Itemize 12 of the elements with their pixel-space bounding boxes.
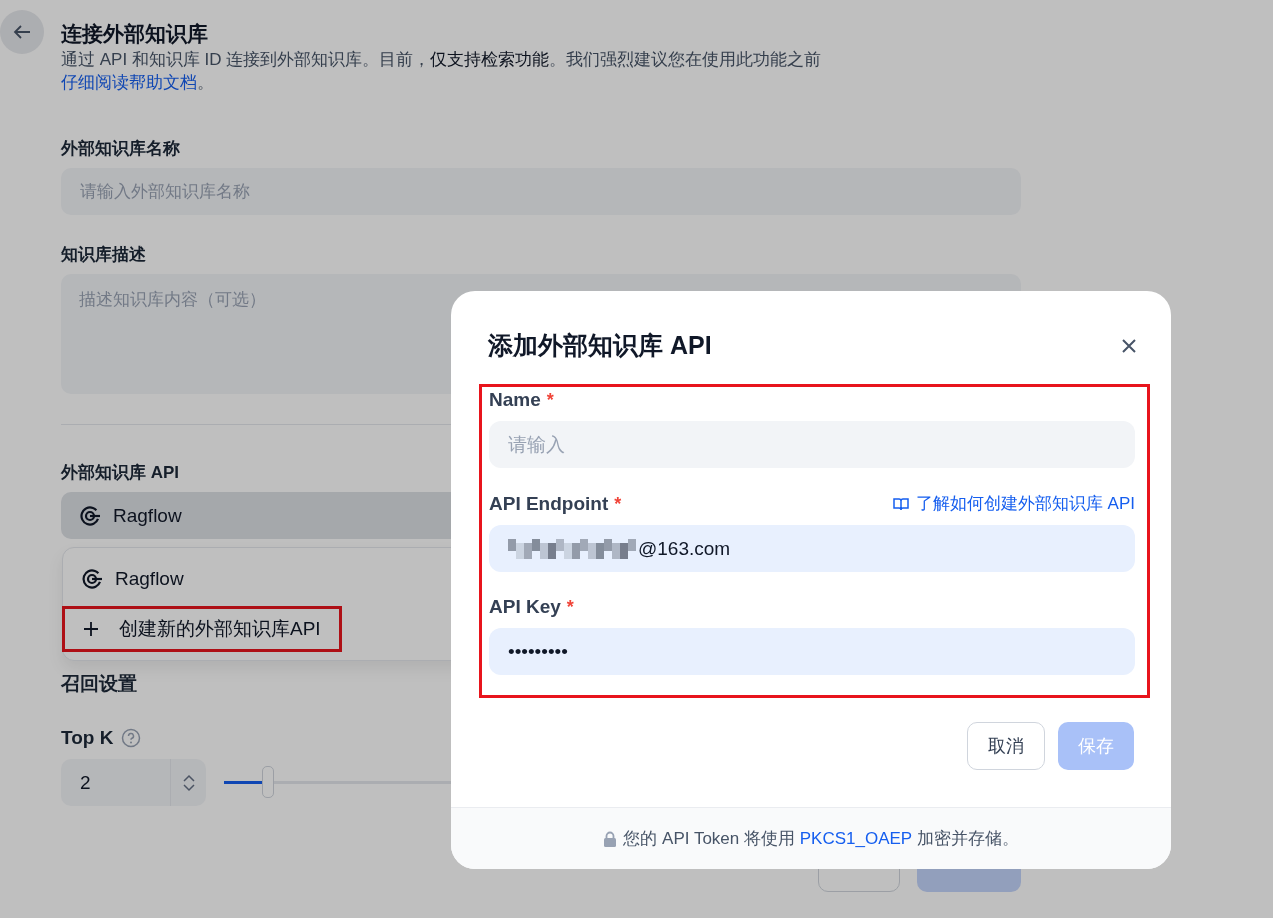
dialog-title: 添加外部知识库 API <box>488 330 712 361</box>
field-label: 外部知识库 API <box>61 462 180 484</box>
field-label: 知识库描述 <box>61 244 146 266</box>
page-description: 通过 API 和知识库 ID 连接到外部知识库。目前，仅支持检索功能。我们强烈建议您在使用此功能之前 仔细阅读帮助文档。 <box>61 49 823 94</box>
field-label: 外部知识库名称 <box>61 138 180 160</box>
field-label: Name * <box>489 389 554 411</box>
encryption-notice: 您的 API Token 将使用 PKCS1_OAEP 加密并存储。 <box>623 828 1019 850</box>
field-label: API Endpoint * <box>489 492 622 515</box>
page-title: 连接外部知识库 <box>61 21 209 47</box>
field-label: API Key * <box>489 596 574 618</box>
section-title: 召回设置 <box>61 672 137 696</box>
top-k-label: Top K <box>61 727 114 749</box>
